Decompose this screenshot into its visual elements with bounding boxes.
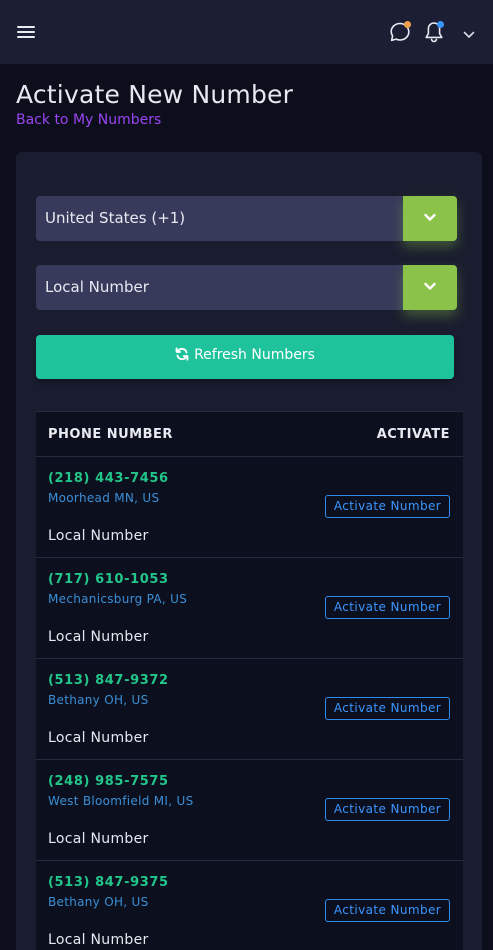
- number-type: Local Number: [48, 831, 149, 847]
- number-type-select-value: Local Number: [45, 278, 149, 296]
- activate-number-button[interactable]: Activate Number: [325, 697, 450, 720]
- number-type: Local Number: [48, 730, 149, 746]
- phone-number: (513) 847-9372: [48, 673, 169, 688]
- refresh-numbers-button[interactable]: Refresh Numbers: [36, 335, 454, 379]
- country-select-toggle[interactable]: [403, 196, 457, 241]
- number-type: Local Number: [48, 528, 149, 544]
- top-navbar: [0, 0, 493, 64]
- activate-number-button[interactable]: Activate Number: [325, 798, 450, 821]
- number-type: Local Number: [48, 629, 149, 645]
- table-row: (717) 610-1053 Mechanicsburg PA, US Loca…: [36, 557, 463, 658]
- number-location: Bethany OH, US: [48, 693, 149, 707]
- activate-number-button[interactable]: Activate Number: [325, 495, 450, 518]
- table-row: (218) 443-7456 Moorhead MN, US Local Num…: [36, 456, 463, 557]
- number-type-select-toggle[interactable]: [403, 265, 457, 310]
- activate-card: United States (+1) Local Number Refresh …: [16, 152, 482, 950]
- menu-icon[interactable]: [17, 25, 35, 40]
- chat-icon[interactable]: [388, 20, 412, 44]
- column-header-activate: ACTIVATE: [376, 427, 450, 442]
- number-location: West Bloomfield MI, US: [48, 794, 194, 808]
- chevron-down-icon: [424, 282, 436, 290]
- number-location: Bethany OH, US: [48, 895, 149, 909]
- phone-number: (248) 985-7575: [48, 774, 169, 789]
- chat-badge: [404, 21, 411, 28]
- activate-number-button[interactable]: Activate Number: [325, 596, 450, 619]
- activate-number-button[interactable]: Activate Number: [325, 899, 450, 922]
- number-type: Local Number: [48, 932, 149, 948]
- numbers-table: PHONE NUMBER ACTIVATE (218) 443-7456 Moo…: [36, 411, 463, 950]
- table-row: (513) 847-9372 Bethany OH, US Local Numb…: [36, 658, 463, 759]
- table-row: (248) 985-7575 West Bloomfield MI, US Lo…: [36, 759, 463, 860]
- back-to-my-numbers-link[interactable]: Back to My Numbers: [16, 112, 161, 128]
- country-select[interactable]: United States (+1): [36, 196, 457, 241]
- number-type-select[interactable]: Local Number: [36, 265, 457, 310]
- number-location: Moorhead MN, US: [48, 491, 160, 505]
- number-location: Mechanicsburg PA, US: [48, 592, 188, 606]
- refresh-icon: [175, 347, 189, 361]
- chevron-down-icon: [424, 213, 436, 221]
- phone-number: (218) 443-7456: [48, 471, 169, 486]
- bell-badge: [437, 21, 444, 28]
- bell-icon[interactable]: [422, 19, 446, 45]
- phone-number: (513) 847-9375: [48, 875, 169, 890]
- refresh-numbers-label: Refresh Numbers: [194, 347, 315, 363]
- country-select-value: United States (+1): [45, 209, 186, 227]
- column-header-phone-number: PHONE NUMBER: [48, 427, 173, 442]
- table-row: (513) 847-9375 Bethany OH, US Local Numb…: [36, 860, 463, 950]
- numbers-table-body: (218) 443-7456 Moorhead MN, US Local Num…: [36, 456, 463, 950]
- page-title: Activate New Number: [16, 80, 294, 109]
- phone-number: (717) 610-1053: [48, 572, 169, 587]
- chevron-down-icon[interactable]: [462, 26, 476, 38]
